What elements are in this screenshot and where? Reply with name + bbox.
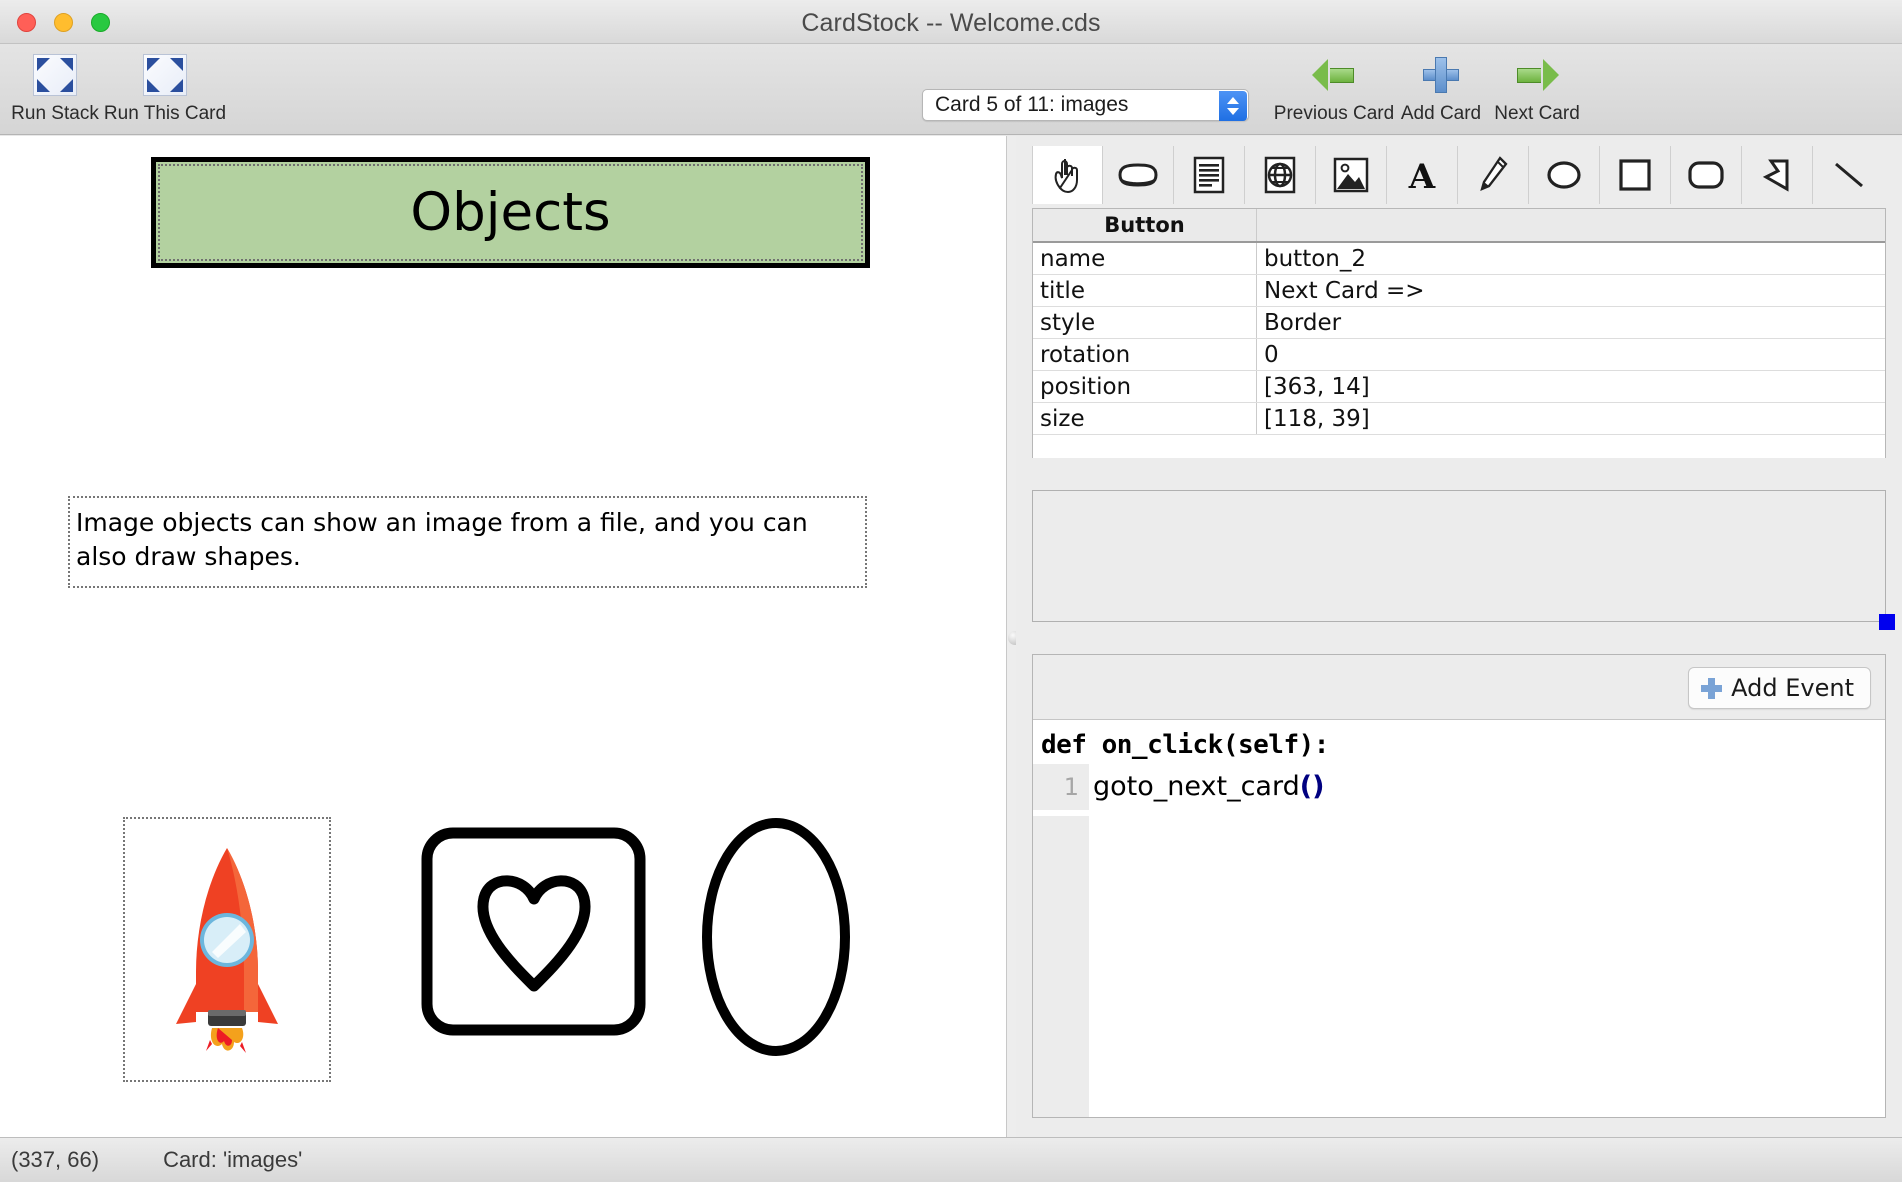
- property-key: rotation: [1033, 339, 1257, 370]
- code-line[interactable]: 1 goto_next_card(): [1033, 764, 1885, 810]
- svg-text:A: A: [1408, 157, 1436, 193]
- run-this-card-button[interactable]: Run This Card: [100, 49, 230, 125]
- hand-icon: [1054, 159, 1078, 194]
- cardstock-window: CardStock -- Welcome.cds Run Stack Run T…: [0, 0, 1902, 1182]
- mouse-coordinates: (337, 66): [11, 1147, 100, 1172]
- web-view-icon: [1264, 156, 1296, 194]
- description-text-object[interactable]: Image objects can show an image from a f…: [68, 496, 867, 588]
- code-editor-body[interactable]: def on_click(self): 1 goto_next_card(): [1033, 719, 1885, 1117]
- property-key: name: [1033, 243, 1257, 274]
- table-row[interactable]: title Next Card =>: [1033, 275, 1885, 307]
- table-row[interactable]: size [118, 39]: [1033, 403, 1885, 435]
- rocket-image-object[interactable]: [123, 817, 331, 1082]
- current-card-label: Card: 'images': [163, 1147, 303, 1172]
- code-editor-header: Add Event: [1033, 655, 1885, 719]
- tool-text-label[interactable]: A: [1387, 146, 1458, 204]
- property-value-header: [1257, 209, 1885, 241]
- card-selector[interactable]: Card 5 of 11: images: [922, 89, 1249, 121]
- stepper-chevrons-icon[interactable]: [1219, 91, 1247, 121]
- tool-hand[interactable]: [1032, 146, 1103, 204]
- property-value[interactable]: [363, 14]: [1257, 371, 1885, 402]
- pen-icon: [1480, 156, 1508, 192]
- window-title: CardStock -- Welcome.cds: [801, 9, 1101, 37]
- handler-signature: def on_click(self):: [1041, 730, 1329, 760]
- table-row[interactable]: rotation 0: [1033, 339, 1885, 371]
- table-row[interactable]: name button_2: [1033, 243, 1885, 275]
- line-icon: [1834, 162, 1863, 188]
- title-bar: CardStock -- Welcome.cds: [0, 0, 1902, 44]
- property-value[interactable]: 0: [1257, 339, 1885, 370]
- property-type-label: Button: [1033, 209, 1257, 241]
- line-number: 1: [1033, 764, 1089, 810]
- property-table-header: Button: [1033, 209, 1885, 243]
- description-text: Image objects can show an image from a f…: [76, 508, 808, 571]
- object-outline: [158, 164, 863, 261]
- code-text[interactable]: goto_next_card(): [1089, 764, 1885, 810]
- main-toolbar: Run Stack Run This Card Card 5 of 11: im…: [0, 44, 1902, 135]
- property-value[interactable]: button_2: [1257, 243, 1885, 274]
- rectangle-icon: [1619, 159, 1651, 191]
- tool-image[interactable]: [1316, 146, 1387, 204]
- oval-icon: [1547, 161, 1581, 189]
- property-value[interactable]: Border: [1257, 307, 1885, 338]
- rounded-rect-icon: [1688, 161, 1724, 189]
- image-icon: [1333, 157, 1369, 193]
- green-right-arrow-icon: [1472, 49, 1602, 101]
- property-key: title: [1033, 275, 1257, 306]
- tool-line[interactable]: [1813, 146, 1884, 204]
- oval-shape-object[interactable]: [700, 816, 852, 1059]
- property-value[interactable]: Next Card =>: [1257, 275, 1885, 306]
- add-event-label: Add Event: [1731, 674, 1854, 702]
- polygon-icon: [1762, 159, 1789, 192]
- card-title-object[interactable]: Objects: [151, 157, 870, 268]
- add-event-button[interactable]: Add Event: [1688, 667, 1871, 709]
- code-editor-panel: Add Event def on_click(self): 1 goto_nex…: [1032, 654, 1886, 1118]
- inspector-panel: A Button name button_2 title Next Card =…: [1016, 136, 1902, 1137]
- rocket-image: [176, 847, 278, 1053]
- panel-resize-nub[interactable]: [1879, 614, 1895, 630]
- tool-palette: A: [1032, 146, 1886, 204]
- button-icon: [1118, 163, 1158, 187]
- next-card-button[interactable]: Next Card: [1472, 49, 1602, 125]
- property-value[interactable]: [118, 39]: [1257, 403, 1885, 434]
- panel-splitter[interactable]: [1007, 136, 1022, 1137]
- tool-rounded-rect[interactable]: [1671, 146, 1742, 204]
- table-row[interactable]: style Border: [1033, 307, 1885, 339]
- tool-rectangle[interactable]: [1600, 146, 1671, 204]
- text-label-icon: A: [1408, 157, 1436, 193]
- tool-text-field[interactable]: [1174, 146, 1245, 204]
- property-key: size: [1033, 403, 1257, 434]
- table-row[interactable]: position [363, 14]: [1033, 371, 1885, 403]
- tool-polygon[interactable]: [1742, 146, 1813, 204]
- tool-pen[interactable]: [1458, 146, 1529, 204]
- status-bar: (337, 66) Card: 'images': [0, 1137, 1902, 1182]
- next-card-label: Next Card: [1494, 103, 1580, 124]
- text-field-icon: [1193, 156, 1225, 194]
- property-key: position: [1033, 371, 1257, 402]
- expand-arrows-icon: [100, 49, 230, 101]
- property-table: Button name button_2 title Next Card => …: [1032, 208, 1886, 458]
- code-parens: (): [1299, 771, 1325, 802]
- object-list-panel[interactable]: [1032, 490, 1895, 630]
- property-key: style: [1033, 307, 1257, 338]
- code-identifier: goto_next_card: [1093, 771, 1300, 802]
- tool-web-view[interactable]: [1245, 146, 1316, 204]
- plus-icon: [1701, 677, 1723, 699]
- card-selector-value: Card 5 of 11: images: [935, 93, 1129, 116]
- line-number-gutter-fill: [1033, 816, 1089, 1117]
- run-this-card-label: Run This Card: [103, 103, 227, 124]
- rounded-rect-shape-object[interactable]: [420, 826, 647, 1037]
- tool-oval[interactable]: [1529, 146, 1600, 204]
- tool-button[interactable]: [1103, 146, 1174, 204]
- card-canvas[interactable]: Objects Image objects can show an image …: [0, 136, 1007, 1137]
